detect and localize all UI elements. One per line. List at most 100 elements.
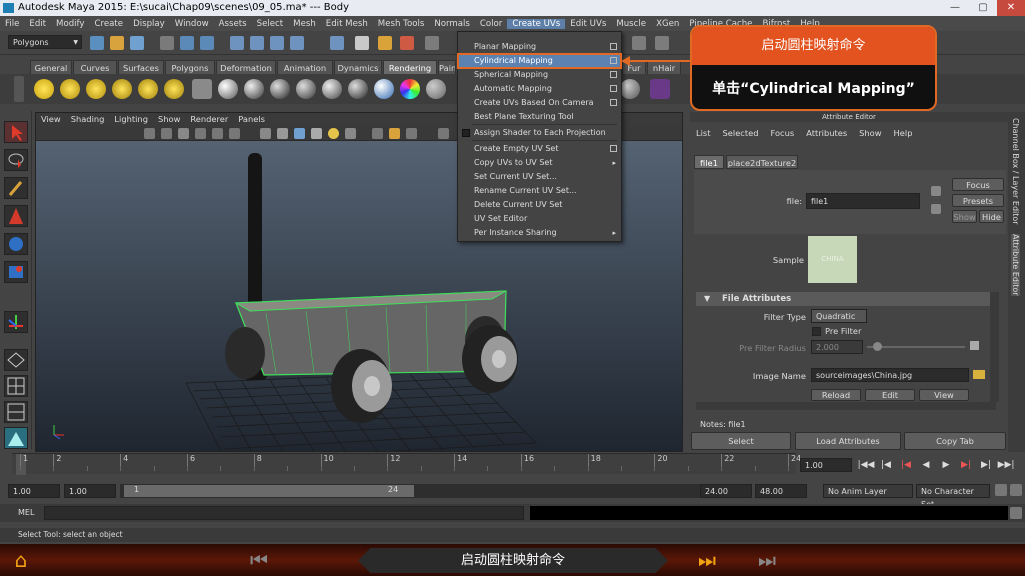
workspace-icon[interactable]	[632, 36, 646, 50]
range-bar[interactable]: 1 24	[120, 484, 700, 498]
filter-type-dropdown[interactable]: Quadratic	[811, 309, 867, 323]
move-tool-icon[interactable]	[4, 205, 28, 227]
xray-joints-icon[interactable]	[406, 128, 417, 139]
select-tool-icon[interactable]	[4, 121, 28, 143]
menu-item-create-empty-uv-set[interactable]: Create Empty UV Set	[458, 142, 621, 156]
maximize-button[interactable]: ▢	[969, 0, 997, 16]
edit-button[interactable]: Edit	[865, 389, 915, 401]
grid-icon[interactable]	[195, 128, 206, 139]
preferences-icon[interactable]	[1010, 484, 1022, 496]
attribute-editor-tab[interactable]: Attribute Editor	[1011, 234, 1020, 296]
snap-curve-icon[interactable]	[250, 36, 264, 50]
play-next-icon[interactable]: ⏭	[692, 548, 722, 572]
shelf-tab-painteffects[interactable]: PaintEffects	[438, 60, 456, 74]
hair-icon[interactable]	[650, 79, 670, 99]
lights-icon[interactable]	[328, 128, 339, 139]
menu-xgen[interactable]: XGen	[651, 19, 684, 29]
menu-item-automatic-mapping[interactable]: Automatic Mapping	[458, 82, 621, 96]
load-attributes-button[interactable]: Load Attributes	[795, 432, 901, 450]
shadows-icon[interactable]	[345, 128, 356, 139]
layered-shader-icon[interactable]	[348, 79, 368, 99]
menu-select[interactable]: Select	[252, 19, 289, 29]
animation-start-field[interactable]: 1.00	[8, 484, 60, 498]
menu-item-per-instance-sharing[interactable]: Per Instance Sharing ▸	[458, 226, 621, 240]
previous-icon[interactable]: ⏮	[244, 548, 274, 572]
render-settings-icon[interactable]	[400, 36, 414, 50]
menu-item-delete-current-uv-set[interactable]: Delete Current UV Set	[458, 198, 621, 212]
menu-item-cylindrical-mapping[interactable]: Cylindrical Mapping	[457, 53, 622, 69]
single-perspective-view-icon[interactable]	[4, 349, 28, 371]
snap-point-icon[interactable]	[270, 36, 284, 50]
point-light-icon[interactable]	[86, 79, 106, 99]
anim-layer-dropdown[interactable]: No Anim Layer	[823, 484, 913, 498]
menu-modify[interactable]: Modify	[51, 19, 89, 29]
menu-item-best-plane-texturing-tool[interactable]: Best Plane Texturing Tool	[458, 110, 621, 124]
go-to-start-icon[interactable]: |◀◀	[856, 460, 876, 470]
playback-start-field[interactable]: 1.00	[64, 484, 116, 498]
show-button[interactable]: Show	[952, 210, 977, 223]
menu-item-uv-set-editor[interactable]: UV Set Editor	[458, 212, 621, 226]
shelf-tab-general[interactable]: General	[30, 60, 72, 74]
bookmarks-icon[interactable]	[161, 128, 172, 139]
pre-filter-radius-field[interactable]: 2.000	[811, 340, 863, 354]
new-scene-icon[interactable]	[90, 36, 104, 50]
four-view-icon[interactable]	[4, 375, 28, 397]
film-gate-icon[interactable]	[212, 128, 223, 139]
viewport-menu-shading[interactable]: Shading	[66, 113, 110, 126]
open-scene-icon[interactable]	[110, 36, 124, 50]
shelf-menu-icon[interactable]	[14, 76, 24, 102]
play-forwards-icon[interactable]: ▶	[936, 460, 956, 470]
script-editor-icon[interactable]	[1010, 507, 1022, 519]
checkbox-icon[interactable]	[462, 129, 470, 137]
attr-menu-focus[interactable]: Focus	[764, 126, 800, 140]
save-scene-icon[interactable]	[130, 36, 144, 50]
shelf-tab-polygons[interactable]: Polygons	[165, 60, 215, 74]
hypershade-view-icon[interactable]	[4, 427, 28, 449]
ambient-light-icon[interactable]	[34, 79, 54, 99]
go-to-end-icon[interactable]: ▶▶|	[996, 460, 1016, 470]
menu-item-set-current-uv-set[interactable]: Set Current UV Set...	[458, 170, 621, 184]
output-connection-icon[interactable]	[931, 204, 941, 214]
step-forward-frame-icon[interactable]: ▶|	[976, 460, 996, 470]
menu-item-copy-uvs-to-uv-set[interactable]: Copy UVs to UV Set ▸	[458, 156, 621, 170]
copy-tab-button[interactable]: Copy Tab	[904, 432, 1006, 450]
shelf-tab-animation[interactable]: Animation	[277, 60, 333, 74]
viewport-menu-renderer[interactable]: Renderer	[185, 113, 233, 126]
outliner-view-icon[interactable]	[4, 401, 28, 423]
mel-input[interactable]	[44, 506, 524, 520]
history-icon[interactable]	[330, 36, 344, 50]
channel-box-tab[interactable]: Channel Box / Layer Editor	[1011, 118, 1020, 225]
menu-color[interactable]: Color	[475, 19, 507, 29]
ramp-shader-icon[interactable]	[374, 79, 394, 99]
snap-grid-icon[interactable]	[230, 36, 244, 50]
viewport-menu-lighting[interactable]: Lighting	[109, 113, 153, 126]
menu-create[interactable]: Create	[90, 19, 129, 29]
ipr-render-icon[interactable]	[378, 36, 392, 50]
xray-icon[interactable]	[389, 128, 400, 139]
wireframe-icon[interactable]	[260, 128, 271, 139]
tab-place2dtexture2[interactable]: place2dTexture2	[726, 155, 798, 169]
shelf-tab-deformation[interactable]: Deformation	[216, 60, 276, 74]
attr-menu-list[interactable]: List	[690, 126, 717, 140]
menu-normals[interactable]: Normals	[429, 19, 475, 29]
render-icon[interactable]	[355, 36, 369, 50]
reload-button[interactable]: Reload	[811, 389, 861, 401]
camera-attributes-icon[interactable]	[144, 128, 155, 139]
step-back-key-icon[interactable]: |◀	[896, 460, 916, 470]
home-icon[interactable]: ⌂	[6, 548, 36, 572]
option-box-icon[interactable]	[610, 57, 617, 64]
map-button-icon[interactable]	[970, 341, 979, 350]
menu-create-uvs[interactable]: Create UVs	[507, 18, 566, 29]
shelf-tab-surfaces[interactable]: Surfaces	[118, 60, 164, 74]
menu-item-spherical-mapping[interactable]: Spherical Mapping	[458, 68, 621, 82]
horizontal-scrollbar[interactable]	[696, 402, 996, 410]
step-back-frame-icon[interactable]: |◀	[876, 460, 896, 470]
anisotropic-shader-icon[interactable]	[322, 79, 342, 99]
smooth-shade-icon[interactable]	[277, 128, 288, 139]
scale-tool-icon[interactable]	[4, 261, 28, 283]
select-object-icon[interactable]	[180, 36, 194, 50]
menu-muscle[interactable]: Muscle	[611, 19, 651, 29]
auto-key-icon[interactable]	[995, 484, 1007, 496]
menu-item-assign-shader-to-each-projection[interactable]: Assign Shader to Each Projection	[458, 126, 621, 140]
isolate-select-icon[interactable]	[372, 128, 383, 139]
